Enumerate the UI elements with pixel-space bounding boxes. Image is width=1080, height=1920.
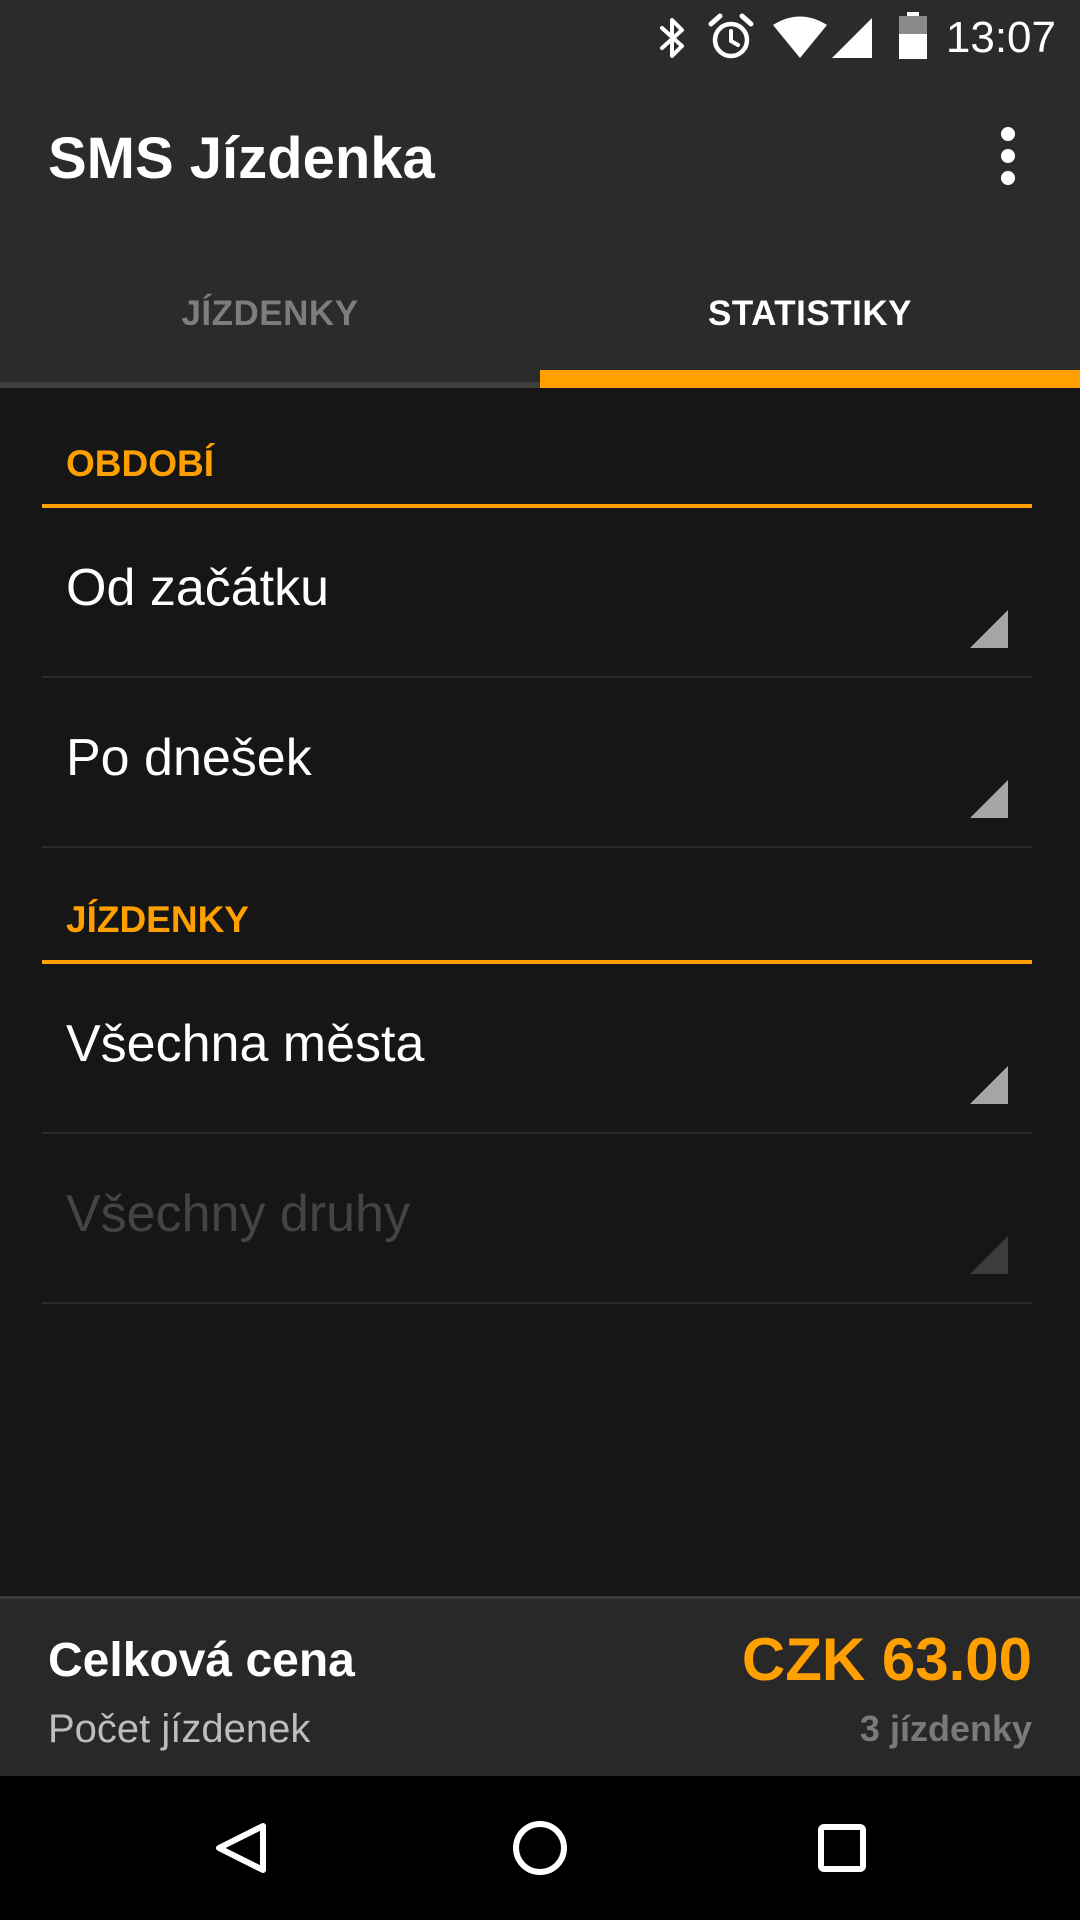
section-title: OBDOBÍ xyxy=(66,443,214,484)
tab-statistiky[interactable]: STATISTIKY xyxy=(540,242,1080,388)
back-triangle-icon xyxy=(216,1823,266,1873)
ticket-type-spinner: Všechny druhy xyxy=(42,1134,1032,1304)
city-spinner[interactable]: Všechna města xyxy=(42,964,1032,1134)
wifi-icon xyxy=(772,16,828,65)
section-title: JÍZDENKY xyxy=(66,899,249,940)
tab-jizdenky[interactable]: JÍZDENKY xyxy=(0,242,540,388)
home-button[interactable] xyxy=(490,1806,590,1890)
period-to-spinner[interactable]: Po dnešek xyxy=(42,678,1032,848)
tab-bar: JÍZDENKY STATISTIKY xyxy=(0,242,1080,388)
status-bar: 13:07 xyxy=(0,0,1080,76)
tab-selected-indicator xyxy=(540,370,1080,388)
more-vert-icon xyxy=(1001,127,1015,185)
summary-panel: Celková cena Počet jízdenek CZK 63.00 3 … xyxy=(0,1596,1080,1776)
spinner-value: Po dnešek xyxy=(66,729,312,787)
tab-label: STATISTIKY xyxy=(708,294,912,333)
dropdown-arrow-icon xyxy=(970,780,1008,818)
back-button[interactable] xyxy=(190,1806,290,1890)
total-price-label: Celková cena xyxy=(48,1634,355,1687)
system-nav-bar xyxy=(0,1776,1080,1920)
dropdown-arrow-icon xyxy=(970,1066,1008,1104)
app-title: SMS Jízdenka xyxy=(48,126,435,191)
status-time: 13:07 xyxy=(945,13,1056,62)
app-bar: SMS Jízdenka xyxy=(0,76,1080,242)
statistics-content: OBDOBÍ Od začátku Po dnešek JÍZDENKY Vše… xyxy=(0,388,1080,1596)
home-circle-icon xyxy=(513,1821,567,1875)
ticket-count-value: 3 jízdenky xyxy=(859,1708,1032,1749)
battery-icon xyxy=(898,12,928,65)
recents-square-icon xyxy=(818,1824,866,1872)
spinner-value: Všechna města xyxy=(66,1015,425,1073)
dropdown-arrow-icon xyxy=(970,610,1008,648)
spinner-value: Všechny druhy xyxy=(66,1185,410,1243)
period-from-spinner[interactable]: Od začátku xyxy=(42,508,1032,678)
section-header-tickets: JÍZDENKY xyxy=(42,848,1032,964)
ticket-count-label: Počet jízdenek xyxy=(48,1707,311,1751)
total-price-value: CZK 63.00 xyxy=(741,1626,1032,1693)
more-options-button[interactable] xyxy=(972,120,1044,192)
recents-button[interactable] xyxy=(790,1806,890,1890)
bluetooth-icon xyxy=(652,14,692,67)
tab-label: JÍZDENKY xyxy=(181,294,359,333)
dropdown-arrow-icon xyxy=(970,1236,1008,1274)
alarm-icon xyxy=(706,12,756,67)
cell-signal-icon xyxy=(830,16,874,65)
spinner-value: Od začátku xyxy=(66,559,330,617)
section-header-period: OBDOBÍ xyxy=(42,388,1032,508)
